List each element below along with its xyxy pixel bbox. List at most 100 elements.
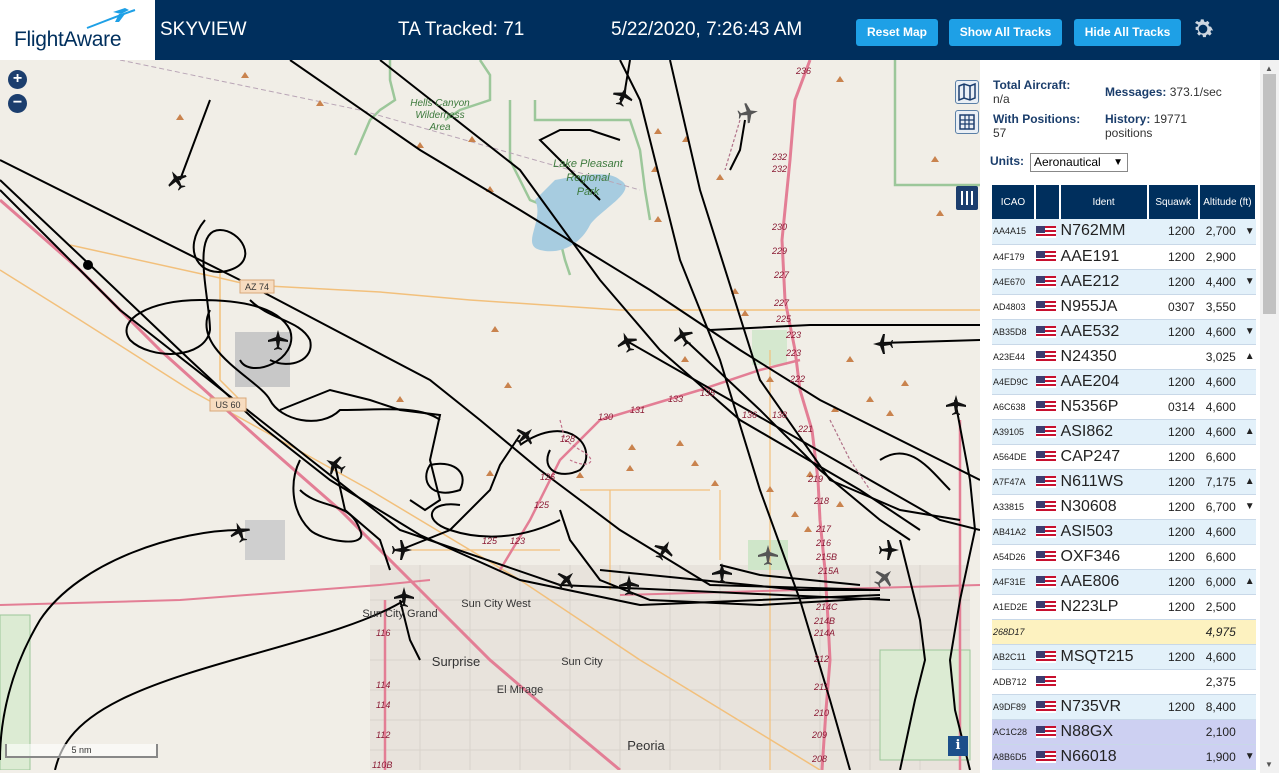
flightaware-logo[interactable]: FlightAware bbox=[0, 0, 155, 60]
altitude-cell: 2,700 bbox=[1198, 219, 1244, 245]
map-canvas[interactable]: Hells Canyon Wilderness Area Lake Pleasa… bbox=[0, 60, 980, 770]
table-row[interactable]: A1ED2E N223LP 1200 2,500 bbox=[992, 594, 1256, 620]
scrollbar-thumb[interactable] bbox=[1263, 74, 1276, 314]
altitude-cell: 2,100 bbox=[1198, 719, 1244, 745]
icao-cell: A33815 bbox=[992, 494, 1035, 520]
history-label: History: bbox=[1105, 112, 1151, 126]
table-row[interactable]: AC1C28 N88GX 2,100 bbox=[992, 719, 1256, 745]
flag-cell bbox=[1034, 544, 1060, 570]
squawk-cell bbox=[1147, 669, 1199, 695]
info-button[interactable]: i bbox=[948, 736, 968, 756]
column-header-flag[interactable] bbox=[1034, 185, 1061, 219]
milepost: 209 bbox=[811, 730, 827, 740]
milepost: 130 bbox=[598, 412, 613, 422]
table-row[interactable]: AB41A2 ASI503 1200 4,600 bbox=[992, 519, 1256, 545]
table-row[interactable]: AB35D8 AAE532 1200 4,600 ▼ bbox=[992, 319, 1256, 345]
zoom-out-button[interactable]: − bbox=[8, 94, 27, 113]
milepost: 123 bbox=[510, 536, 525, 546]
table-row[interactable]: A9DF89 N735VR 1200 8,400 bbox=[992, 694, 1256, 720]
top-header: FlightAware SKYVIEW TA Tracked: 71 5/22/… bbox=[0, 0, 1279, 60]
table-row[interactable]: A8B6D5 N66018 1,900 ▼ bbox=[992, 744, 1256, 770]
us-flag-icon bbox=[1035, 751, 1056, 764]
table-row[interactable]: A4F179 AAE191 1200 2,900 bbox=[992, 244, 1256, 270]
table-row[interactable]: 268D17 4,975 bbox=[992, 619, 1256, 645]
table-row[interactable]: A33815 N30608 1200 6,700 ▼ bbox=[992, 494, 1256, 520]
table-row[interactable]: A23E44 N24350 3,025 ▲ bbox=[992, 344, 1256, 370]
ident-cell bbox=[1059, 619, 1148, 645]
total-aircraft-value: n/a bbox=[993, 92, 1010, 106]
logo-text: FlightAware bbox=[14, 28, 122, 51]
icao-cell: A54D26 bbox=[992, 544, 1035, 570]
trend-arrow-icon bbox=[1243, 694, 1256, 720]
messages-label: Messages: bbox=[1105, 85, 1167, 99]
altitude-cell: 4,600 bbox=[1198, 319, 1244, 345]
milepost: 216 bbox=[815, 538, 831, 548]
table-row[interactable]: A54D26 OXF346 1200 6,600 bbox=[992, 544, 1256, 570]
us-flag-icon bbox=[1035, 551, 1056, 564]
table-row[interactable]: A4ED9C AAE204 1200 4,600 bbox=[992, 369, 1256, 395]
table-row[interactable]: A6C638 N5356P 0314 4,600 bbox=[992, 394, 1256, 420]
flag-cell bbox=[1034, 569, 1060, 595]
tracked-count: TA Tracked: 71 bbox=[398, 19, 525, 40]
label-sun-city-west: Sun City West bbox=[461, 598, 531, 610]
squawk-cell: 1200 bbox=[1147, 644, 1199, 670]
column-header-ident[interactable]: Ident bbox=[1059, 185, 1149, 219]
milepost: 210 bbox=[813, 708, 829, 718]
table-row[interactable]: A564DE CAP247 1200 6,600 bbox=[992, 444, 1256, 470]
settings-gear-icon[interactable] bbox=[1190, 16, 1216, 42]
altitude-cell: 4,600 bbox=[1198, 419, 1244, 445]
messages-value: 373.1/sec bbox=[1169, 85, 1222, 99]
trend-arrow-icon: ▲ bbox=[1243, 469, 1256, 495]
trend-arrow-icon: ▼ bbox=[1243, 319, 1256, 345]
aircraft-panel: Total Aircraft: n/a Messages: 373.1/sec … bbox=[980, 60, 1279, 773]
us-flag-icon bbox=[1035, 376, 1056, 389]
flag-cell bbox=[1034, 444, 1060, 470]
milepost: 125 bbox=[482, 536, 498, 546]
ident-cell: N223LP bbox=[1059, 594, 1148, 620]
altitude-cell: 3,025 bbox=[1198, 344, 1244, 370]
us-flag-icon bbox=[1035, 426, 1056, 439]
milepost: 138 bbox=[772, 410, 787, 420]
icao-cell: AB2C11 bbox=[992, 644, 1035, 670]
milepost: 215B bbox=[815, 552, 837, 562]
panel-scrollbar[interactable]: ▲ ▼ bbox=[1260, 60, 1279, 773]
table-row[interactable]: AD4803 N955JA 0307 3,550 bbox=[992, 294, 1256, 320]
zoom-in-button[interactable]: + bbox=[8, 70, 27, 89]
show-all-tracks-button[interactable]: Show All Tracks bbox=[949, 19, 1062, 46]
column-header-altitude[interactable]: Altitude (ft) bbox=[1198, 185, 1258, 219]
table-row[interactable]: AB2C11 MSQT215 1200 4,600 bbox=[992, 644, 1256, 670]
milepost: 214B bbox=[813, 616, 835, 626]
flag-cell bbox=[1034, 219, 1060, 245]
map-layers-button[interactable] bbox=[955, 80, 979, 104]
column-header-icao[interactable]: ICAO bbox=[992, 185, 1036, 219]
units-selected-value: Aeronautical bbox=[1034, 155, 1101, 169]
map-grid-button[interactable] bbox=[955, 110, 979, 134]
table-row[interactable]: A4F31E AAE806 1200 6,000 ▲ bbox=[992, 569, 1256, 595]
table-row[interactable]: AA4A15 N762MM 1200 2,700 ▼ bbox=[992, 219, 1256, 245]
table-row[interactable]: A39105 ASI862 1200 4,600 ▲ bbox=[992, 419, 1256, 445]
scroll-up-icon[interactable]: ▲ bbox=[1265, 64, 1273, 73]
milepost: 116 bbox=[376, 628, 390, 638]
trend-arrow-icon bbox=[1243, 594, 1256, 620]
plane-logo-icon bbox=[86, 8, 136, 29]
table-row[interactable]: ADB712 2,375 bbox=[992, 669, 1256, 695]
us-flag-icon bbox=[1035, 476, 1056, 489]
trend-arrow-icon bbox=[1243, 244, 1256, 270]
scroll-down-icon[interactable]: ▼ bbox=[1265, 760, 1273, 769]
table-row[interactable]: A7F47A N611WS 1200 7,175 ▲ bbox=[992, 469, 1256, 495]
column-header-squawk[interactable]: Squawk bbox=[1147, 185, 1200, 219]
label-hells-canyon-3: Area bbox=[428, 122, 451, 133]
trend-arrow-icon bbox=[1243, 444, 1256, 470]
hide-all-tracks-button[interactable]: Hide All Tracks bbox=[1074, 19, 1181, 46]
table-row[interactable]: A4E670 AAE212 1200 4,400 ▼ bbox=[992, 269, 1256, 295]
panel-toggle-button[interactable] bbox=[956, 186, 978, 210]
reset-map-button[interactable]: Reset Map bbox=[856, 19, 938, 46]
flag-cell bbox=[1034, 519, 1060, 545]
flag-cell bbox=[1034, 419, 1060, 445]
milepost: 110B bbox=[372, 760, 392, 770]
units-select[interactable]: Aeronautical ▼ bbox=[1030, 153, 1128, 172]
ident-cell: N611WS bbox=[1059, 469, 1148, 495]
milepost: 214A bbox=[813, 628, 835, 638]
flag-cell bbox=[1034, 719, 1060, 745]
flag-cell bbox=[1034, 244, 1060, 270]
